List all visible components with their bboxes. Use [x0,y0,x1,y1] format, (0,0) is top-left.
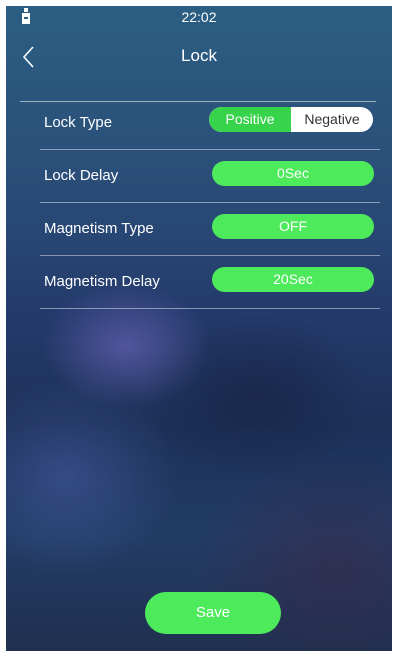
lock-delay-value-button[interactable]: 0Sec [212,161,374,186]
row-divider [40,308,380,309]
setting-row-lock-type: Lock Type Positive Negative [40,97,380,150]
toggle-option-positive[interactable]: Positive [209,107,291,132]
setting-label: Magnetism Type [44,220,154,237]
status-bar: 22:02 [6,6,392,31]
page-title: Lock [181,46,217,65]
screen: 22:02 Lock Lock Type Positive Negative L… [6,6,392,651]
toggle-option-negative[interactable]: Negative [291,107,373,132]
save-button[interactable]: Save [145,592,281,634]
setting-row-magnetism-delay: Magnetism Delay 20Sec [40,256,380,309]
title-bar: Lock [6,31,392,102]
magnetism-type-value-button[interactable]: OFF [212,214,374,239]
status-time: 22:02 [181,9,217,25]
lock-type-toggle[interactable]: Positive Negative [209,107,373,132]
magnetism-delay-value-button[interactable]: 20Sec [212,267,374,292]
setting-row-magnetism-type: Magnetism Type OFF [40,203,380,256]
setting-label: Magnetism Delay [44,273,160,290]
setting-label: Lock Delay [44,167,119,184]
setting-label: Lock Type [44,114,113,131]
setting-row-lock-delay: Lock Delay 0Sec [40,150,380,203]
